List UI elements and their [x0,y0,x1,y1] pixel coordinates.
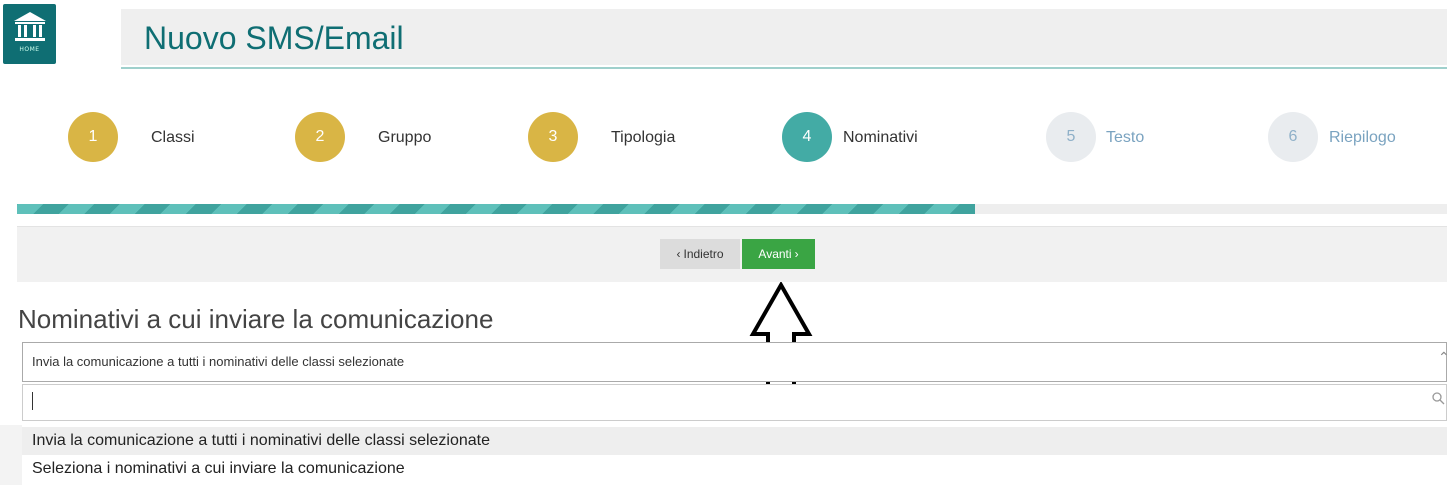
recipients-select-value: Invia la comunicazione a tutti i nominat… [32,354,405,369]
next-button[interactable]: Avanti › [742,239,815,269]
step-5-label: Testo [1106,129,1145,146]
back-button-label: Indietro [683,247,724,261]
home-button[interactable]: HOME [3,4,56,64]
step-6-circle: 6 [1268,112,1318,162]
step-3-circle: 3 [528,112,578,162]
step-1-circle: 1 [68,112,118,162]
title-divider [121,67,1447,69]
chevron-left-icon: ‹ [676,247,681,261]
home-label: HOME [19,46,40,53]
step-4-circle: 4 [782,112,832,162]
section-title: Nominativi a cui inviare la comunicazion… [18,304,494,334]
chevron-up-icon[interactable]: ⌃ [1438,349,1447,366]
next-button-label: Avanti [758,247,792,261]
step-3-label: Tipologia [611,129,676,146]
page-title: Nuovo SMS/Email [144,20,404,56]
text-cursor [32,392,33,410]
bank-building-icon [13,12,46,41]
back-button[interactable]: ‹ Indietro [660,239,740,269]
dropdown-option[interactable]: Invia la comunicazione a tutti i nominat… [22,427,1447,455]
step-5-circle: 5 [1046,112,1096,162]
step-1-label: Classi [151,129,195,146]
progress-fill [17,204,975,214]
search-icon[interactable] [1432,392,1445,405]
dropdown-option[interactable]: Seleziona i nominativi a cui inviare la … [22,455,1447,483]
step-2-label: Gruppo [378,129,432,146]
step-2-circle: 2 [295,112,345,162]
step-6-label: Riepilogo [1329,129,1396,146]
chevron-right-icon: › [794,247,799,261]
left-gutter [0,425,22,485]
step-4-label: Nominativi [843,129,918,146]
search-input[interactable] [22,384,1447,421]
